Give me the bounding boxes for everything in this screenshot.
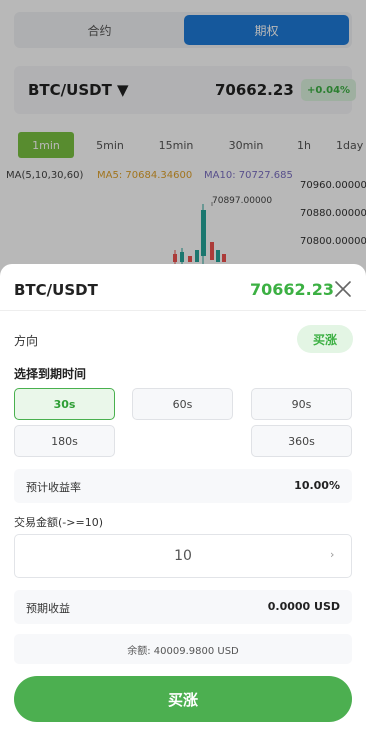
yield-row: 预计收益率 10.00%: [14, 469, 352, 503]
direction-badge: 买涨: [297, 325, 353, 353]
chevron-right-icon: ›: [330, 548, 335, 561]
close-icon[interactable]: [332, 278, 354, 300]
sheet-price: 70662.23: [250, 280, 335, 299]
expiry-option-60s[interactable]: 60s: [132, 388, 233, 420]
amount-input[interactable]: [14, 534, 352, 578]
expiry-option-180s[interactable]: 180s: [14, 425, 115, 457]
order-sheet: BTC/USDT 70662.23 方向 买涨 选择到期时间 30s 60s 9…: [0, 264, 366, 734]
balance-display: 余额: 40009.9800 USD: [14, 634, 352, 664]
sheet-title: BTC/USDT: [14, 281, 98, 299]
expiry-label: 选择到期时间: [14, 367, 87, 381]
profit-label: 预期收益: [26, 602, 70, 615]
expiry-option-90s[interactable]: 90s: [251, 388, 352, 420]
divider: [0, 310, 366, 311]
profit-row: 预期收益 0.0000 USD: [14, 590, 352, 624]
expiry-option-360s[interactable]: 360s: [251, 425, 352, 457]
direction-label: 方向: [14, 334, 39, 348]
yield-label: 预计收益率: [26, 481, 81, 494]
expiry-option-30s[interactable]: 30s: [14, 388, 115, 420]
yield-value: 10.00%: [294, 479, 340, 492]
profit-value: 0.0000 USD: [267, 600, 340, 613]
amount-label: 交易金额(->=10): [14, 516, 103, 529]
buy-up-button[interactable]: 买涨: [14, 676, 352, 722]
